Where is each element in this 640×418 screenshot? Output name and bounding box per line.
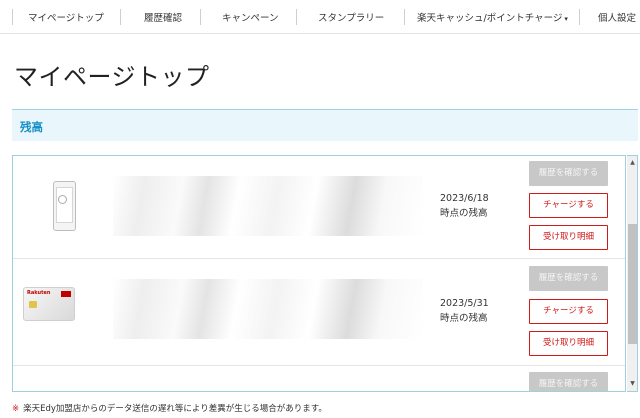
note-mark: ※ [12,404,20,414]
phone-balance-circle [58,195,67,204]
nav-separator [579,9,580,25]
receipt-details-button[interactable]: 受け取り明細 [529,225,608,250]
top-navigation: マイページトップ 履歴確認 キャンペーン スタンプラリー 楽天キャッシュ/ポイン… [0,0,640,34]
receipt-details-button[interactable]: 受け取り明細 [529,331,608,356]
nav-separator [296,9,297,25]
view-history-button[interactable]: 履歴を確認する [529,266,608,291]
list-scrollbar[interactable]: ▲ ▼ [627,155,638,392]
page-title: マイページトップ [14,63,210,91]
disclaimer-note: ※ 楽天Edy加盟店からのデータ送信の遅れ等により差異が生じる場合があります。 [12,402,327,414]
balance-card-list: 2023/6/18 時点の残高 履歴を確認する チャージする 受け取り明細 Ra… [12,155,626,392]
balance-row: Rakuten 2023/5/31 時点の残高 履歴を確認する チャージする 受… [13,259,625,366]
balance-row: 履歴を確認する [13,366,625,391]
balance-date-caption: 時点の残高 [440,208,488,219]
rakuten-card-icon: Rakuten [23,287,75,321]
balance-section-header: 残高 [12,109,638,141]
nav-item-cash-point-charge[interactable]: 楽天キャッシュ/ポイントチャージ ▾ [417,10,568,24]
nav-item-history[interactable]: 履歴確認 [144,10,182,24]
card-logo [61,291,71,297]
nav-item-mypage-top[interactable]: マイページトップ [28,10,104,24]
balance-section-title: 残高 [20,120,43,134]
card-chip [29,301,37,308]
redacted-balance [113,279,423,339]
view-history-button[interactable]: 履歴を確認する [529,161,608,186]
nav-item-campaign[interactable]: キャンペーン [222,10,279,24]
chevron-down-icon: ▾ [564,15,568,23]
balance-date: 2023/5/31 時点の残高 [440,296,489,326]
phone-screen [56,187,73,223]
card-brand-label: Rakuten [27,290,51,296]
charge-button[interactable]: チャージする [529,299,608,324]
smartphone-icon [53,181,76,231]
balance-date-caption: 時点の残高 [440,313,488,324]
charge-button[interactable]: チャージする [529,193,608,218]
nav-separator [404,9,405,25]
note-text: 楽天Edy加盟店からのデータ送信の遅れ等により差異が生じる場合があります。 [23,404,327,414]
balance-date-value: 2023/6/18 [440,193,489,204]
balance-date-value: 2023/5/31 [440,298,489,309]
nav-item-stamp-rally[interactable]: スタンプラリー [318,10,384,24]
nav-separator [12,9,13,25]
scroll-up-arrow-icon[interactable]: ▲ [628,158,637,168]
scroll-down-arrow-icon[interactable]: ▼ [628,379,637,389]
nav-separator [200,9,201,25]
nav-separator [120,9,121,25]
redacted-balance [113,176,423,236]
nav-item-cash-point-charge-label: 楽天キャッシュ/ポイントチャージ [417,13,563,24]
scrollbar-thumb[interactable] [628,224,637,344]
nav-item-personal-settings[interactable]: 個人設定 [598,10,636,24]
balance-row: 2023/6/18 時点の残高 履歴を確認する チャージする 受け取り明細 [13,156,625,259]
balance-date: 2023/6/18 時点の残高 [440,191,489,221]
view-history-button[interactable]: 履歴を確認する [529,372,608,391]
